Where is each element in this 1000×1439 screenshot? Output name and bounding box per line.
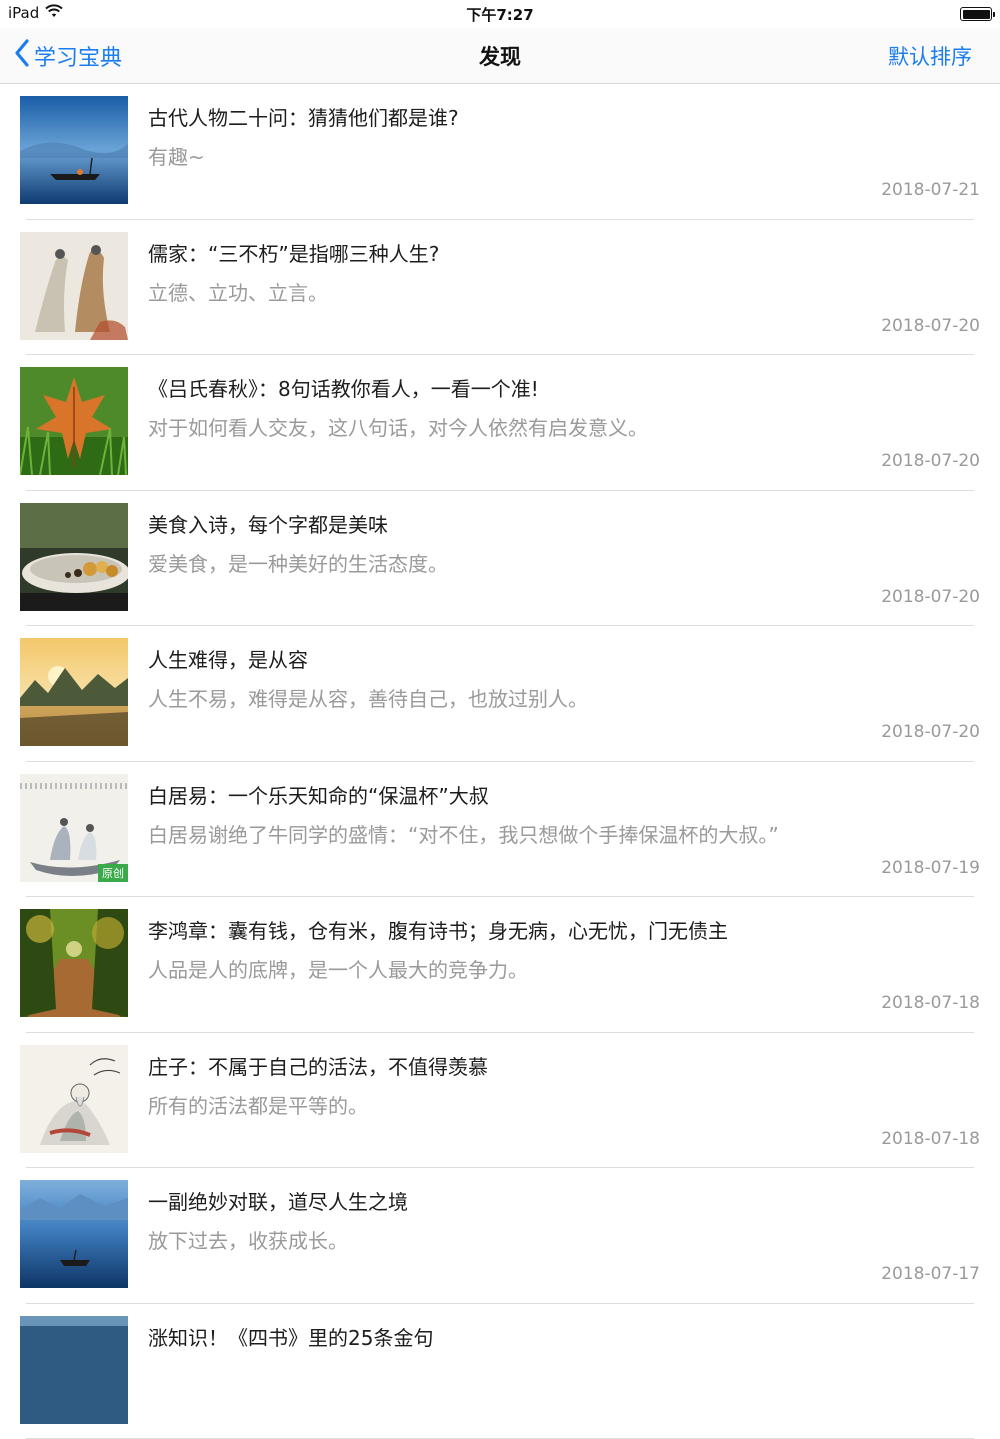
- article-thumbnail: [20, 1316, 128, 1424]
- article-item[interactable]: 庄子：不属于自己的活法，不值得羡慕所有的活法都是平等的。 2018-07-18: [0, 1033, 1000, 1169]
- article-thumbnail: [20, 1180, 128, 1288]
- article-title: 儒家：“三不朽”是指哪三种人生?: [148, 238, 980, 267]
- article-summary: 白居易谢绝了牛同学的盛情：“对不住，我只想做个手捧保温杯的大叔。”: [148, 819, 980, 848]
- article-item[interactable]: 一副绝妙对联，道尽人生之境放下过去，收获成长。 2018-07-17: [0, 1168, 1000, 1304]
- article-title: 人生难得，是从容: [148, 644, 980, 673]
- article-summary: 立德、立功、立言。: [148, 277, 980, 306]
- battery-icon: [960, 7, 992, 21]
- article-thumbnail: [20, 638, 128, 746]
- article-date: 2018-07-18: [881, 993, 980, 1013]
- article-date: 2018-07-17: [881, 1264, 980, 1284]
- sort-button[interactable]: 默认排序: [888, 41, 972, 71]
- article-thumbnail: [20, 232, 128, 340]
- article-item[interactable]: 《吕氏春秋》：8句话教你看人，一看一个准! 对于如何看人交友，这八句话，对今人依然…: [0, 355, 1000, 491]
- article-date: 2018-07-19: [881, 858, 980, 878]
- status-time: 下午7:27: [0, 4, 1000, 25]
- article-list: 古代人物二十问：猜猜他们都是谁? 有趣~ 2018-07-21 儒家：“三不朽”是指哪…: [0, 84, 1000, 1439]
- article-thumbnail: [20, 1045, 128, 1153]
- article-title: 庄子：不属于自己的活法，不值得羡慕: [148, 1051, 980, 1080]
- article-item[interactable]: 涨知识！《四书》里的25条金句: [0, 1304, 1000, 1439]
- original-badge: 原创: [98, 864, 128, 882]
- article-date: 2018-07-20: [881, 316, 980, 336]
- article-item[interactable]: 人生难得，是从容人生不易，难得是从容，善待自己，也放过别人。 2018-07-20: [0, 626, 1000, 762]
- article-thumbnail: [20, 503, 128, 611]
- article-summary: 爱美食，是一种美好的生活态度。: [148, 548, 980, 577]
- article-thumbnail: [20, 96, 128, 204]
- article-title: 白居易：一个乐天知命的“保温杯”大叔: [148, 780, 980, 809]
- article-title: 《吕氏春秋》：8句话教你看人，一看一个准!: [148, 373, 980, 402]
- article-date: 2018-07-21: [881, 180, 980, 200]
- article-summary: 所有的活法都是平等的。: [148, 1090, 980, 1119]
- article-summary: 人品是人的底牌，是一个人最大的竞争力。: [148, 954, 980, 983]
- navigation-bar: 学习宝典 发现 默认排序: [0, 28, 1000, 84]
- status-bar: iPad 下午7:27: [0, 0, 1000, 28]
- article-item[interactable]: 美食入诗，每个字都是美味爱美食，是一种美好的生活态度。 2018-07-20: [0, 491, 1000, 627]
- article-summary: 放下过去，收获成长。: [148, 1225, 980, 1254]
- article-item[interactable]: 古代人物二十问：猜猜他们都是谁? 有趣~ 2018-07-21: [0, 84, 1000, 220]
- article-item[interactable]: 原创 白居易：一个乐天知命的“保温杯”大叔白居易谢绝了牛同学的盛情：“对不住，我只…: [0, 762, 1000, 898]
- article-summary: 对于如何看人交友，这八句话，对今人依然有启发意义。: [148, 412, 980, 441]
- article-item[interactable]: 李鸿章：囊有钱，仓有米，腹有诗书；身无病，心无忧，门无债主人品是人的底牌，是一个…: [0, 897, 1000, 1033]
- article-title: 一副绝妙对联，道尽人生之境: [148, 1186, 980, 1215]
- article-summary: 人生不易，难得是从容，善待自己，也放过别人。: [148, 683, 980, 712]
- article-date: 2018-07-20: [881, 451, 980, 471]
- article-date: 2018-07-18: [881, 1129, 980, 1149]
- article-thumbnail: [20, 367, 128, 475]
- article-thumbnail: 原创: [20, 774, 128, 882]
- article-title: 李鸿章：囊有钱，仓有米，腹有诗书；身无病，心无忧，门无债主: [148, 915, 980, 944]
- article-title: 涨知识！《四书》里的25条金句: [148, 1322, 980, 1351]
- article-thumbnail: [20, 909, 128, 1017]
- back-button[interactable]: 学习宝典: [14, 38, 122, 74]
- article-title: 古代人物二十问：猜猜他们都是谁?: [148, 102, 980, 131]
- article-title: 美食入诗，每个字都是美味: [148, 509, 980, 538]
- page-title: 发现: [0, 41, 1000, 71]
- back-button-label: 学习宝典: [34, 40, 122, 72]
- article-date: 2018-07-20: [881, 722, 980, 742]
- chevron-left-icon: [14, 39, 30, 73]
- article-summary: 有趣~: [148, 141, 980, 170]
- article-date: 2018-07-20: [881, 587, 980, 607]
- article-item[interactable]: 儒家：“三不朽”是指哪三种人生? 立德、立功、立言。 2018-07-20: [0, 220, 1000, 356]
